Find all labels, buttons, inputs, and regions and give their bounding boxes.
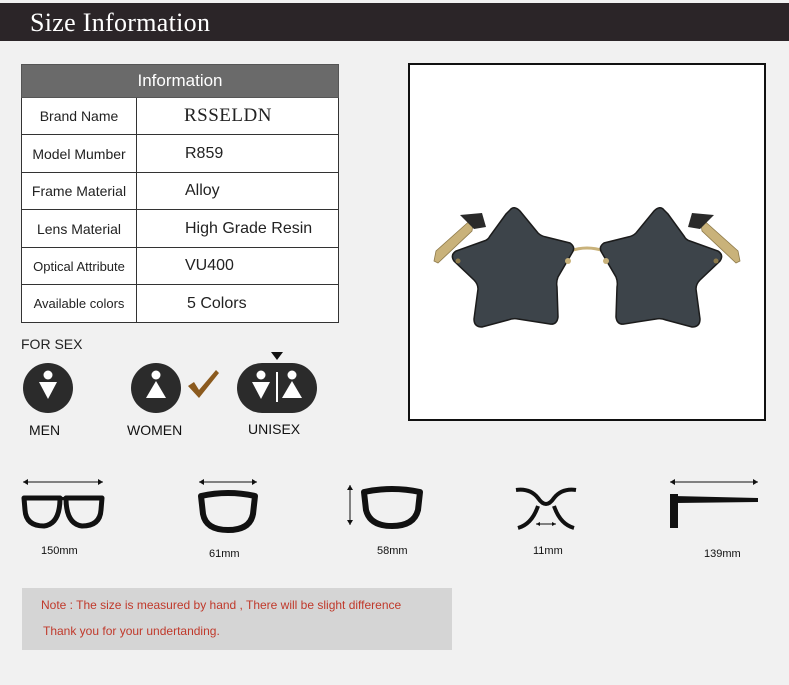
info-key: Brand Name <box>22 98 137 134</box>
info-value: Alloy <box>185 182 220 199</box>
star-sunglasses-image <box>433 207 741 328</box>
info-key: Available colors <box>22 285 137 322</box>
for-sex-title: FOR SEX <box>21 336 83 352</box>
men-icon <box>22 362 74 419</box>
info-row-model: Model Mumber R859 <box>21 135 339 173</box>
measure-temple-icon <box>666 476 762 537</box>
info-value: RSSELDN <box>184 105 272 126</box>
info-row-optical: Optical Attribute VU400 <box>21 248 339 285</box>
info-key: Lens Material <box>22 210 137 247</box>
info-value: R859 <box>185 144 224 162</box>
info-row-colors: Available colors 5 Colors <box>21 285 339 323</box>
info-row-brand: Brand Name RSSELDN <box>21 98 339 135</box>
info-heading: Information <box>21 64 339 98</box>
measure-temple-label: 139mm <box>704 548 741 560</box>
info-key: Frame Material <box>22 173 137 209</box>
page-title: Size Information <box>30 8 211 37</box>
note-box: Note : The size is measured by hand , Th… <box>22 588 452 650</box>
measure-bridge-icon <box>514 484 578 537</box>
info-value: High Grade Resin <box>185 219 313 237</box>
measure-width-icon <box>20 476 106 537</box>
men-label: MEN <box>29 422 61 438</box>
women-icon <box>130 362 182 419</box>
measure-width-label: 150mm <box>41 545 78 557</box>
product-image <box>408 63 766 421</box>
unisex-icon <box>236 362 318 419</box>
note-thanks: Thank you for your undertanding. <box>43 624 220 638</box>
info-table: Information Brand Name RSSELDN Model Mum… <box>21 64 339 323</box>
info-key: Optical Attribute <box>22 248 137 284</box>
measure-lens-width-label: 61mm <box>209 548 240 560</box>
header-bar: Size Information <box>0 3 789 41</box>
checkmark-icon <box>186 368 220 405</box>
info-value: 5 Colors <box>187 294 247 312</box>
info-value: VU400 <box>185 257 234 274</box>
measure-lens-height-label: 58mm <box>377 545 408 557</box>
measure-lens-height-icon <box>344 482 424 535</box>
info-row-lens: Lens Material High Grade Resin <box>21 210 339 248</box>
measure-bridge-label: 11mm <box>533 545 563 557</box>
info-row-frame: Frame Material Alloy <box>21 173 339 210</box>
unisex-label: UNISEX <box>248 421 301 437</box>
measure-lens-width-icon <box>196 476 260 539</box>
info-key: Model Mumber <box>22 135 137 172</box>
note-text: Note : The size is measured by hand , Th… <box>41 598 402 612</box>
women-label: WOMEN <box>127 422 183 438</box>
